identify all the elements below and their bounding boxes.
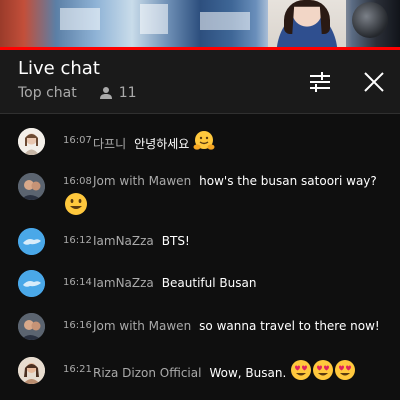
- message-text: 안녕하세요: [134, 137, 190, 151]
- blue-avatar-icon: [18, 228, 45, 255]
- message-timestamp: 16:21: [63, 364, 92, 375]
- message-text: BTS!: [161, 234, 190, 248]
- user-photo-icon: [18, 313, 45, 340]
- message-timestamp: 16:07: [63, 135, 92, 146]
- avatar[interactable]: [18, 173, 45, 200]
- chat-message: 16:14 IamNaZza Beautiful Busan: [0, 270, 400, 300]
- user-photo-icon: [18, 357, 45, 384]
- sliders-icon: [310, 72, 330, 92]
- chat-message: 16:12 IamNaZza BTS!: [0, 228, 400, 258]
- heart-eyes-face-emoji-icon: [312, 359, 334, 388]
- message-timestamp: 16:14: [63, 277, 92, 288]
- hugging-face-emoji-icon: [193, 130, 215, 159]
- user-photo-icon: [18, 173, 45, 200]
- chat-message: 16:08 Jom with Mawen how's the busan sato…: [0, 170, 400, 220]
- heart-eyes-face-emoji-icon: [290, 359, 312, 388]
- message-text: how's the busan satoori way?: [199, 174, 377, 188]
- person-icon: [99, 87, 112, 99]
- message-line: Jom with Mawen so wanna travel to there n…: [93, 315, 392, 337]
- message-timestamp: 16:12: [63, 235, 92, 246]
- avatar[interactable]: [18, 357, 45, 384]
- chat-message: 16:16 Jom with Mawen so wanna travel to t…: [0, 313, 400, 343]
- message-author[interactable]: IamNaZza: [93, 276, 154, 290]
- video-frame-detail: [140, 4, 168, 34]
- video-frame-detail: [60, 8, 100, 30]
- message-text: Wow, Busan.: [209, 366, 287, 380]
- message-author[interactable]: Jom with Mawen: [93, 319, 191, 333]
- blue-avatar-icon: [18, 270, 45, 297]
- message-timestamp: 16:08: [63, 176, 92, 187]
- message-line: Riza Dizon Official Wow, Busan.: [93, 359, 392, 388]
- message-text: Beautiful Busan: [161, 276, 257, 290]
- message-line: 다프니 안녕하세요: [93, 130, 392, 159]
- live-chat-header: Live chat Top chat 11: [0, 50, 400, 114]
- video-frame-detail: [200, 12, 250, 30]
- message-line: IamNaZza Beautiful Busan: [93, 272, 392, 294]
- message-timestamp: 16:16: [63, 320, 92, 331]
- avatar[interactable]: [18, 228, 45, 255]
- message-line: IamNaZza BTS!: [93, 230, 392, 252]
- chat-message: 16:21 Riza Dizon Official Wow, Busan.: [0, 357, 400, 387]
- grinning-face-emoji-icon: [63, 191, 89, 221]
- message-author[interactable]: Jom with Mawen: [93, 174, 191, 188]
- avatar[interactable]: [18, 270, 45, 297]
- message-line: Jom with Mawen how's the busan satoori wa…: [93, 170, 392, 192]
- heart-eyes-face-emoji-icon: [334, 359, 356, 388]
- avatar[interactable]: [18, 128, 45, 155]
- viewer-count-value: 11: [118, 85, 137, 101]
- user-photo-icon: [18, 128, 45, 155]
- message-author[interactable]: Riza Dizon Official: [93, 366, 201, 380]
- chat-filter-button[interactable]: [306, 68, 334, 96]
- close-chat-button[interactable]: [360, 68, 388, 96]
- message-text: so wanna travel to there now!: [199, 319, 380, 333]
- chat-mode-selector[interactable]: Top chat: [18, 85, 77, 101]
- message-author[interactable]: IamNaZza: [93, 234, 154, 248]
- viewer-count: 11: [99, 85, 137, 101]
- chat-mode-row: Top chat 11: [18, 85, 137, 101]
- live-chat-title: Live chat: [18, 58, 100, 79]
- avatar[interactable]: [18, 313, 45, 340]
- chat-message-list[interactable]: 16:07 다프니 안녕하세요 16:08 Jom with Mawen how…: [0, 115, 400, 400]
- video-player[interactable]: [0, 0, 400, 50]
- close-icon: [364, 72, 384, 92]
- chat-message: 16:07 다프니 안녕하세요: [0, 127, 400, 157]
- video-host: [268, 0, 346, 50]
- message-author[interactable]: 다프니: [93, 137, 126, 151]
- microphone: [352, 2, 388, 38]
